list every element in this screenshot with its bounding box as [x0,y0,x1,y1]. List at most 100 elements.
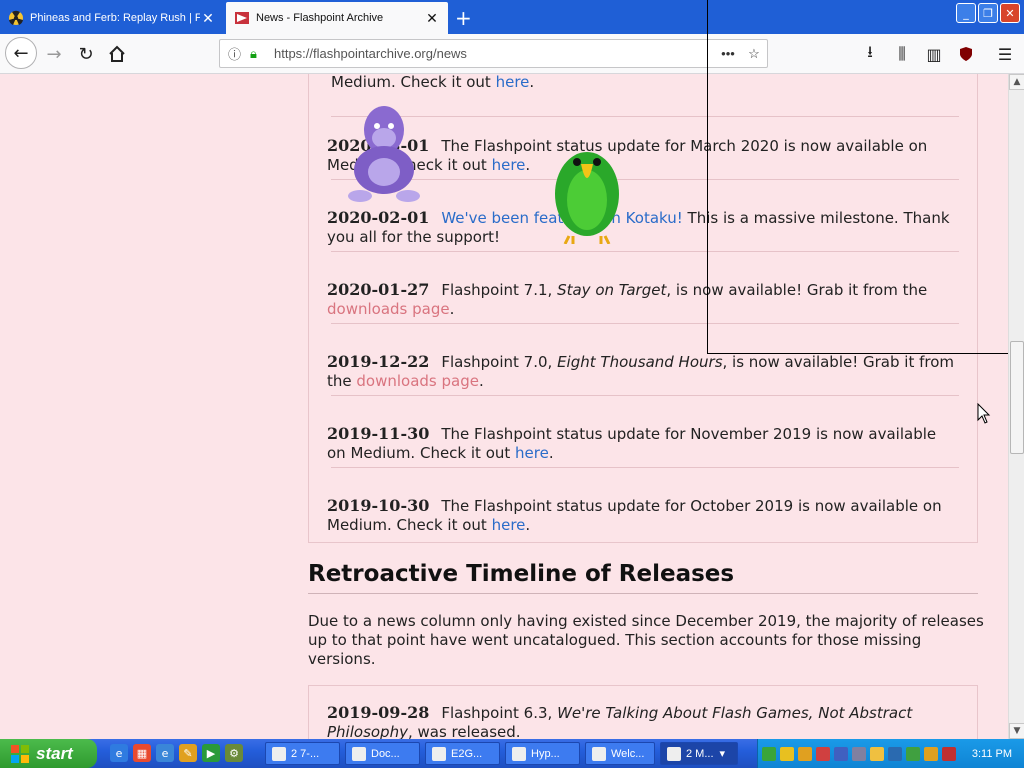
network-icon[interactable] [888,746,902,761]
tray-icon[interactable] [870,746,884,761]
news-item: 2019-10-30 The Flashpoint status update f… [327,496,957,535]
news-text: . [449,300,455,318]
page-content: Medium. Check it out here.2020-03-01The … [0,74,1008,739]
news-text: . [529,74,535,91]
vertical-scrollbar[interactable]: ▲ ▼ [1008,74,1024,739]
close-icon[interactable]: ✕ [200,10,216,27]
forward-button[interactable]: → [40,40,68,68]
news-separator [331,323,959,324]
start-label: start [36,743,73,763]
tab-phineas-and-ferb[interactable]: Phineas and Ferb: Replay Rush | F ✕ [0,2,224,34]
news-text: . [548,444,554,462]
shield-icon[interactable] [942,746,956,761]
minimize-button[interactable]: _ [956,3,976,23]
news-link[interactable]: here [492,516,526,534]
news-text: Flashpoint 7.1, [441,281,558,299]
news-text: . [525,156,531,174]
clock: 3:11 PM [971,747,1012,760]
news-item: 2019-12-22 Flashpoint 7.0, Eight Thousand… [327,352,957,391]
library-icon[interactable]: ⫼ [890,42,914,66]
tab-flashpoint-news[interactable]: News - Flashpoint Archive ✕ [226,2,448,34]
page-actions-icon[interactable]: ••• [715,46,741,61]
home-button[interactable] [103,40,131,68]
release-name: Stay on Target [557,281,667,299]
downloads-page-link[interactable]: downloads page [327,300,450,318]
back-button[interactable]: ← [5,37,37,69]
pencil-icon[interactable] [924,746,938,761]
close-icon[interactable]: ✕ [424,10,440,27]
news-date: 2020-01-27 [327,280,430,299]
radiation-icon [9,10,23,25]
start-button[interactable]: start [0,739,97,768]
news-text: Flashpoint 7.0, [441,353,558,371]
info-icon[interactable]: ⓘ [228,44,246,63]
scroll-up-arrow[interactable]: ▲ [1009,74,1024,90]
pencil-icon[interactable]: ✎ [179,744,197,762]
chevron-down-icon: ▾ [719,748,726,760]
news-item: Medium. Check it out here. [331,74,961,92]
document-icon [352,746,366,761]
section-divider [308,593,978,594]
taskbar-item[interactable]: Doc... [345,742,420,765]
ublock-icon[interactable] [954,42,978,66]
lock-icon[interactable]: 🔒︎ [250,46,268,62]
quicklaunch-app-icon[interactable]: ▦ [133,744,151,762]
news-text: . [478,372,484,390]
taskbar-item[interactable]: 2 7-... [265,742,340,765]
tab-strip: Phineas and Ferb: Replay Rush | F ✕ News… [0,0,1024,34]
app-icon [272,746,286,761]
new-tab-button[interactable]: + [455,6,472,30]
tray-icon[interactable] [780,746,794,761]
news-date: 2019-10-30 [327,496,430,515]
news-text: . [525,516,531,534]
home-icon [109,45,125,62]
url-text[interactable]: https://flashpointarchive.org/news [274,46,715,61]
news-text: Flashpoint 6.3, [441,704,558,722]
scroll-thumb[interactable] [1010,341,1024,454]
app-icon [432,746,446,761]
menu-icon[interactable]: ☰ [993,42,1017,66]
url-bar[interactable]: ⓘ 🔒︎ https://flashpointarchive.org/news … [219,39,768,68]
reload-button[interactable]: ↻ [72,40,100,68]
bookmark-star-icon[interactable]: ☆ [741,46,767,62]
restore-button[interactable]: ❐ [978,3,998,23]
window-outline-horizontal [707,353,1008,354]
section-title: Retroactive Timeline of Releases [308,561,735,587]
news-link[interactable]: here [515,444,549,462]
browser-quicklaunch-icon[interactable]: e [156,744,174,762]
taskbar-item[interactable]: E2G... [425,742,500,765]
settings-quicklaunch-icon[interactable]: ⚙ [225,744,243,762]
system-tray: 3:11 PM [757,739,1024,768]
news-link[interactable]: here [496,74,530,91]
green-parrot-icon [555,152,619,244]
arrow-left-icon: ← [13,42,29,64]
section-paragraph: Due to a news column only having existed… [308,612,984,668]
news-link[interactable]: here [492,156,526,174]
tray-icon[interactable] [906,746,920,761]
downloads-page-link[interactable]: downloads page [356,372,479,390]
news-date: 2019-11-30 [327,424,430,443]
tray-icon[interactable] [762,746,776,761]
news-item: 2020-01-27 Flashpoint 7.1, Stay on Target… [327,280,957,319]
scroll-down-arrow[interactable]: ▼ [1009,723,1024,739]
shield-icon[interactable] [798,746,812,761]
news-item: 2019-11-30 The Flashpoint status update f… [327,424,957,463]
close-window-button[interactable]: ✕ [1000,3,1020,23]
news-item: 2020-02-01We've been featured on Kotaku!… [327,208,957,247]
app-icon [667,746,681,761]
taskbar-item-active[interactable]: 2 M... ▾ [660,742,738,765]
tray-icon[interactable] [852,746,866,761]
taskbar: start e ▦ e ✎ ▶ ⚙ 2 7-... Doc... E2G... … [0,739,1024,768]
reload-icon: ↻ [78,43,94,65]
tray-icon[interactable] [816,746,830,761]
taskbar-item[interactable]: Hyp... [505,742,580,765]
tray-icon[interactable] [834,746,848,761]
sidebar-icon[interactable]: ▥ [922,42,946,66]
media-player-icon[interactable]: ▶ [202,744,220,762]
news-separator [331,467,959,468]
downloads-icon[interactable]: ⭳ [858,42,882,66]
release-name: Eight Thousand Hours [557,353,723,371]
purple-gorilla-icon [348,106,420,202]
taskbar-item[interactable]: Welc... [585,742,655,765]
internet-explorer-icon[interactable]: e [110,744,128,762]
